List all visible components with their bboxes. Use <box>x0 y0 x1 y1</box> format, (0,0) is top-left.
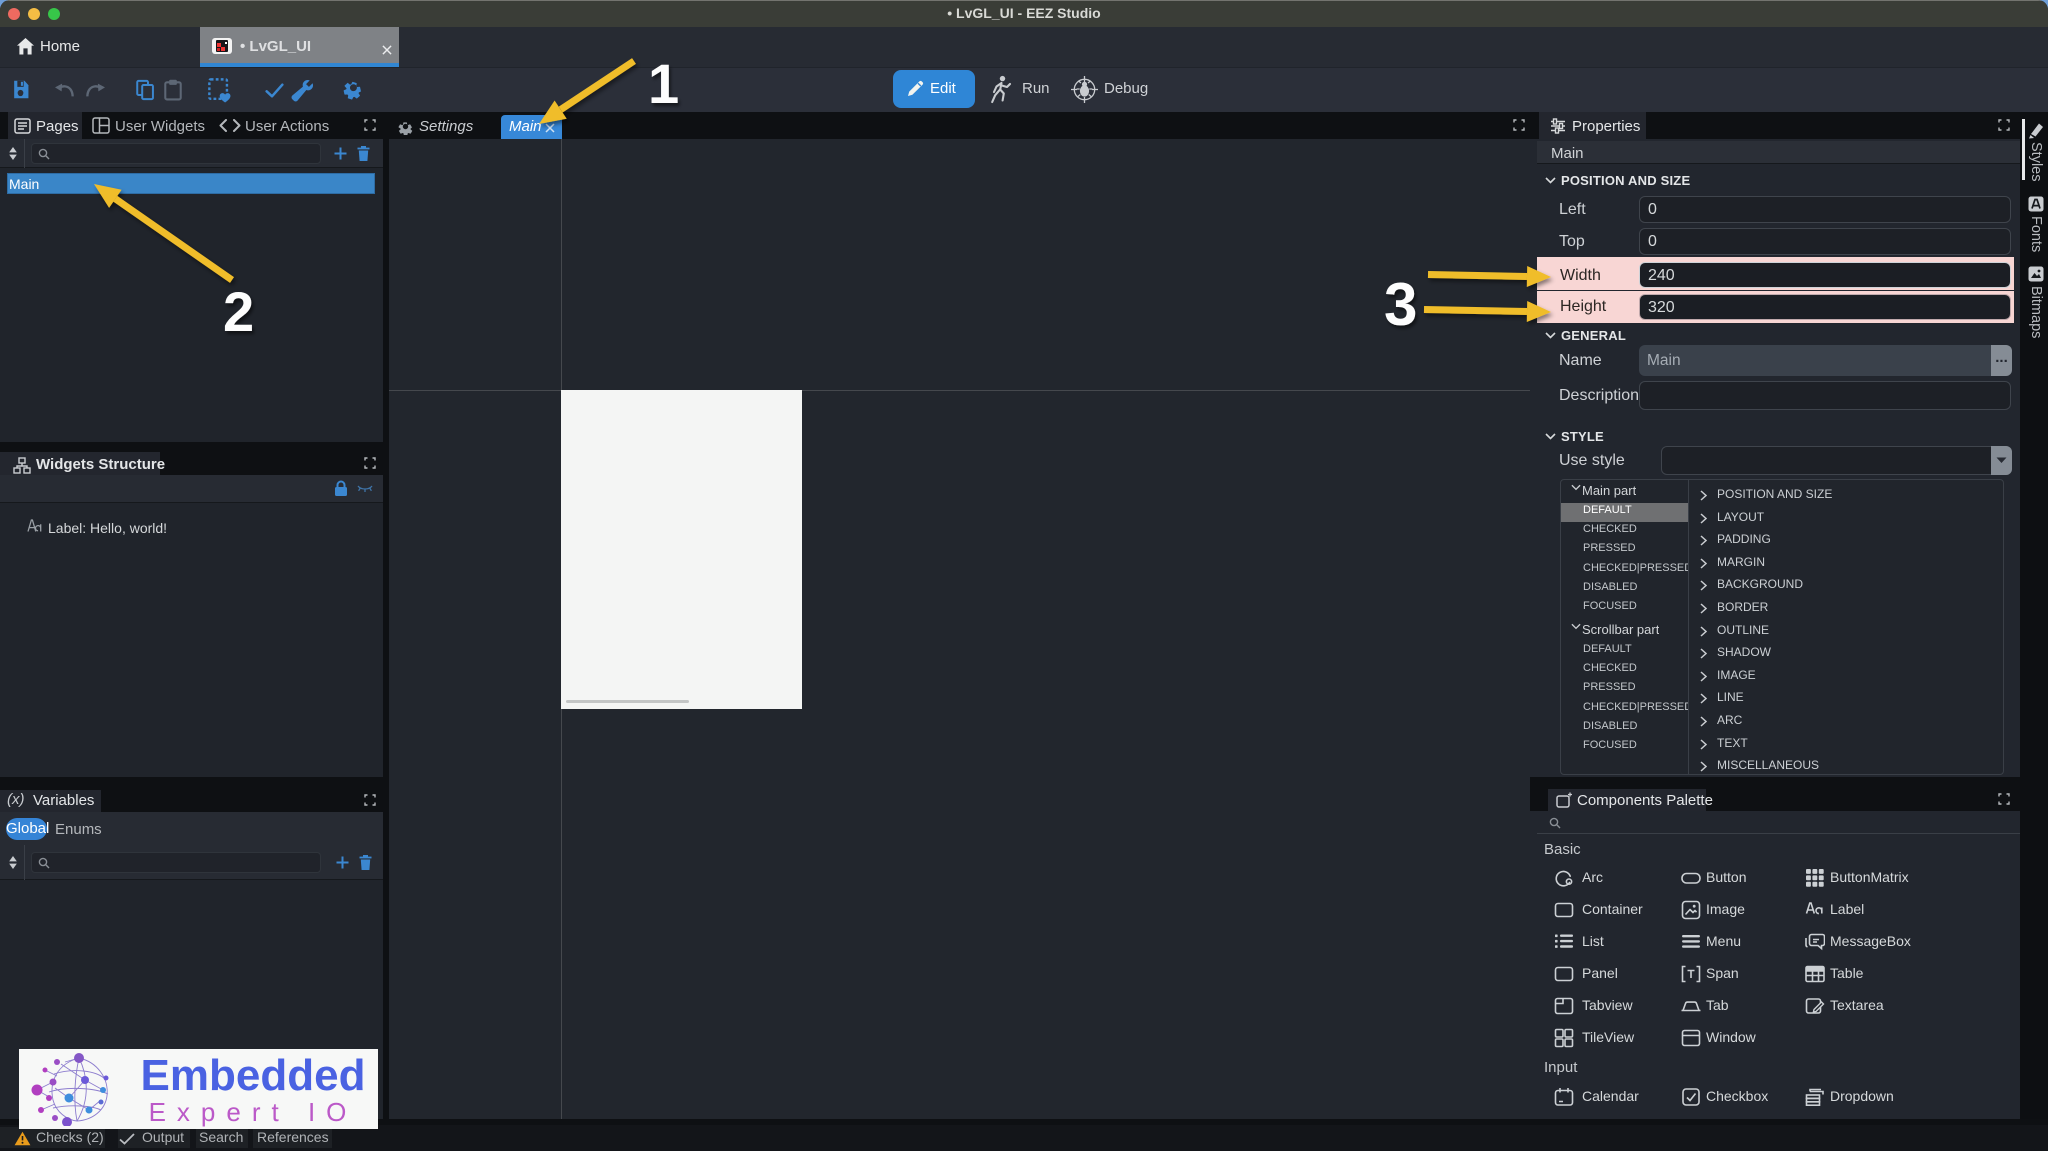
svg-text:1: 1 <box>648 52 679 115</box>
svg-text:3: 3 <box>1384 271 1417 338</box>
svg-text:2: 2 <box>223 280 254 343</box>
